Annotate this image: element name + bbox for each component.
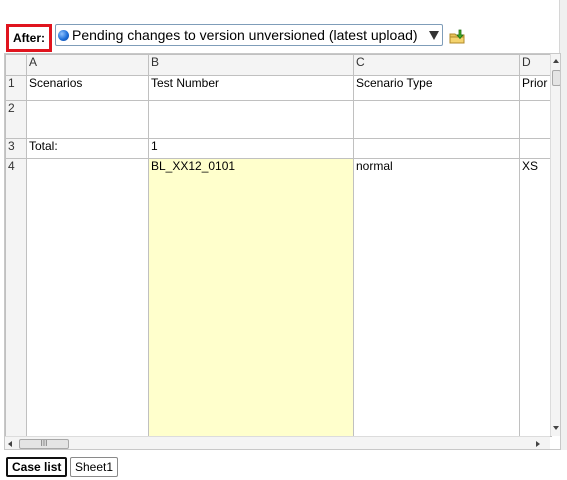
- horizontal-scroll-thumb[interactable]: III: [19, 439, 69, 449]
- cell-a4[interactable]: [26, 158, 149, 437]
- cell-a2[interactable]: [26, 100, 149, 139]
- column-header-b[interactable]: B: [148, 54, 354, 76]
- vertical-scroll-thumb[interactable]: [552, 70, 560, 86]
- cell-d2[interactable]: [519, 100, 552, 139]
- chevron-down-icon[interactable]: [429, 30, 439, 40]
- blue-dot-icon: [58, 29, 69, 41]
- cell-d1[interactable]: Prior: [519, 75, 552, 101]
- cell-c1[interactable]: Scenario Type: [353, 75, 520, 101]
- scroll-left-icon[interactable]: [8, 441, 12, 447]
- after-label: After:: [6, 24, 52, 52]
- column-header-d[interactable]: D: [519, 54, 552, 76]
- cell-c4[interactable]: normal: [353, 158, 520, 437]
- grid-corner[interactable]: [5, 54, 27, 76]
- spreadsheet-grid: A B C D 1 Scenarios Test Number Scenario…: [5, 54, 552, 437]
- cell-b2[interactable]: [148, 100, 354, 139]
- cell-b1[interactable]: Test Number: [148, 75, 354, 101]
- row-header-2[interactable]: 2: [5, 100, 27, 139]
- cell-d3[interactable]: [519, 138, 552, 159]
- cell-c2[interactable]: [353, 100, 520, 139]
- cell-b4[interactable]: BL_XX12_0101: [148, 158, 354, 437]
- row-header-3[interactable]: 3: [5, 138, 27, 159]
- row-header-4[interactable]: 4: [5, 158, 27, 437]
- scroll-right-icon[interactable]: [536, 441, 540, 447]
- export-folder-icon[interactable]: [449, 29, 465, 45]
- row-header-1[interactable]: 1: [5, 75, 27, 101]
- cell-a3[interactable]: Total:: [26, 138, 149, 159]
- cell-d4[interactable]: XS: [519, 158, 552, 437]
- version-select[interactable]: Pending changes to version unversioned (…: [55, 24, 443, 46]
- tab-case-list[interactable]: Case list: [6, 457, 68, 477]
- scroll-up-icon[interactable]: [553, 59, 559, 63]
- cell-a1[interactable]: Scenarios: [26, 75, 149, 101]
- tab-sheet1[interactable]: Sheet1: [70, 457, 119, 477]
- cell-c3[interactable]: [353, 138, 520, 159]
- column-header-c[interactable]: C: [353, 54, 520, 76]
- spreadsheet: A B C D 1 Scenarios Test Number Scenario…: [4, 53, 561, 450]
- column-header-a[interactable]: A: [26, 54, 149, 76]
- horizontal-scrollbar[interactable]: III: [5, 436, 550, 449]
- version-select-value: Pending changes to version unversioned (…: [72, 27, 418, 43]
- cell-b3[interactable]: 1: [148, 138, 354, 159]
- vertical-scrollbar[interactable]: [550, 54, 560, 436]
- scroll-down-icon[interactable]: [553, 426, 559, 430]
- sheet-tabs: Case list Sheet1: [0, 450, 567, 480]
